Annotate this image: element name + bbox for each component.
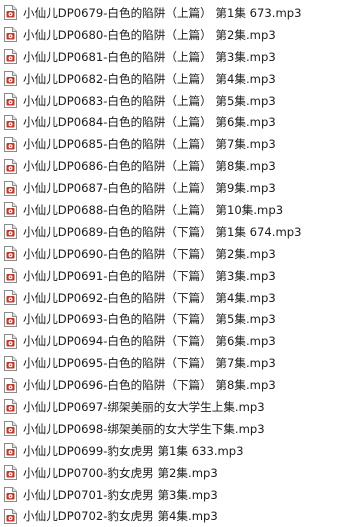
audio-file-icon <box>4 443 17 459</box>
audio-file-icon <box>4 311 17 327</box>
file-list-item[interactable]: 小仙儿DP0682-白色的陷阱（上篇） 第4集.mp3 <box>0 68 355 90</box>
file-name: 小仙儿DP0698-绑架美丽的女大学生下集.mp3 <box>23 421 265 436</box>
file-name: 小仙儿DP0682-白色的陷阱（上篇） 第4集.mp3 <box>23 71 276 86</box>
audio-file-icon <box>4 136 17 152</box>
audio-file-icon <box>4 246 17 262</box>
audio-file-icon <box>4 93 17 108</box>
file-name: 小仙儿DP0685-白色的陷阱（上篇） 第7集.mp3 <box>23 137 276 152</box>
file-list-item[interactable]: 小仙儿DP0696-白色的陷阱（下篇） 第8集.mp3 <box>0 374 355 396</box>
file-name: 小仙儿DP0690-白色的陷阱（下篇） 第2集.mp3 <box>23 246 276 261</box>
audio-file-icon <box>4 224 17 240</box>
audio-file-icon <box>4 202 17 218</box>
file-name: 小仙儿DP0697-绑架美丽的女大学生上集.mp3 <box>23 399 265 414</box>
audio-file-icon <box>4 49 17 65</box>
audio-file-icon <box>4 487 17 503</box>
file-name: 小仙儿DP0692-白色的陷阱（下篇） 第4集.mp3 <box>23 290 276 305</box>
file-name: 小仙儿DP0684-白色的陷阱（上篇） 第6集.mp3 <box>23 115 276 130</box>
file-list-item[interactable]: 小仙儿DP0695-白色的陷阱（下篇） 第7集.mp3 <box>0 352 355 374</box>
file-list: 小仙儿DP0679-白色的陷阱（上篇） 第1集 673.mp3 小仙儿DP068… <box>0 2 355 527</box>
file-list-item[interactable]: 小仙儿DP0699-豹女虎男 第1集 633.mp3 <box>0 440 355 462</box>
file-list-item[interactable]: 小仙儿DP0686-白色的陷阱（上篇） 第8集.mp3 <box>0 155 355 177</box>
file-list-item[interactable]: 小仙儿DP0691-白色的陷阱（下篇） 第3集.mp3 <box>0 265 355 287</box>
audio-file-icon <box>4 114 17 130</box>
file-name: 小仙儿DP0689-白色的陷阱（下篇） 第1集 674.mp3 <box>23 224 302 239</box>
file-list-item[interactable]: 小仙儿DP0684-白色的陷阱（上篇） 第6集.mp3 <box>0 111 355 133</box>
file-name: 小仙儿DP0694-白色的陷阱（下篇） 第6集.mp3 <box>23 334 276 349</box>
audio-file-icon <box>4 508 17 524</box>
file-name: 小仙儿DP0679-白色的陷阱（上篇） 第1集 673.mp3 <box>23 5 302 20</box>
file-list-item[interactable]: 小仙儿DP0693-白色的陷阱（下篇） 第5集.mp3 <box>0 308 355 330</box>
file-name: 小仙儿DP0693-白色的陷阱（下篇） 第5集.mp3 <box>23 312 276 327</box>
audio-file-icon <box>4 399 17 415</box>
file-list-item[interactable]: 小仙儿DP0679-白色的陷阱（上篇） 第1集 673.mp3 <box>0 2 355 24</box>
file-list-item[interactable]: 小仙儿DP0700-豹女虎男 第2集.mp3 <box>0 462 355 484</box>
audio-file-icon <box>4 377 17 393</box>
file-list-item[interactable]: 小仙儿DP0698-绑架美丽的女大学生下集.mp3 <box>0 418 355 440</box>
file-list-item[interactable]: 小仙儿DP0701-豹女虎男 第3集.mp3 <box>0 484 355 506</box>
file-list-item[interactable]: 小仙儿DP0683-白色的陷阱（上篇） 第5集.mp3 <box>0 90 355 112</box>
file-name: 小仙儿DP0688-白色的陷阱（上篇） 第10集.mp3 <box>23 202 284 217</box>
audio-file-icon <box>4 290 17 306</box>
file-name: 小仙儿DP0702-豹女虎男 第4集.mp3 <box>23 509 218 524</box>
file-list-item[interactable]: 小仙儿DP0680-白色的陷阱（上篇） 第2集.mp3 <box>0 24 355 46</box>
audio-file-icon <box>4 333 17 349</box>
file-list-item[interactable]: 小仙儿DP0681-白色的陷阱（上篇） 第3集.mp3 <box>0 46 355 68</box>
audio-file-icon <box>4 465 17 481</box>
audio-file-icon <box>4 71 17 87</box>
file-name: 小仙儿DP0699-豹女虎男 第1集 633.mp3 <box>23 443 244 458</box>
file-list-item[interactable]: 小仙儿DP0697-绑架美丽的女大学生上集.mp3 <box>0 396 355 418</box>
file-name: 小仙儿DP0701-豹女虎男 第3集.mp3 <box>23 487 218 502</box>
file-name: 小仙儿DP0700-豹女虎男 第2集.mp3 <box>23 465 218 480</box>
file-list-item[interactable]: 小仙儿DP0689-白色的陷阱（下篇） 第1集 674.mp3 <box>0 221 355 243</box>
file-name: 小仙儿DP0681-白色的陷阱（上篇） 第3集.mp3 <box>23 49 276 64</box>
file-list-item[interactable]: 小仙儿DP0694-白色的陷阱（下篇） 第6集.mp3 <box>0 330 355 352</box>
audio-file-icon <box>4 5 17 21</box>
file-list-item[interactable]: 小仙儿DP0702-豹女虎男 第4集.mp3 <box>0 505 355 527</box>
file-list-item[interactable]: 小仙儿DP0687-白色的陷阱（上篇） 第9集.mp3 <box>0 177 355 199</box>
audio-file-icon <box>4 180 17 196</box>
file-name: 小仙儿DP0691-白色的陷阱（下篇） 第3集.mp3 <box>23 268 276 283</box>
audio-file-icon <box>4 158 17 174</box>
audio-file-icon <box>4 27 17 43</box>
file-name: 小仙儿DP0687-白色的陷阱（上篇） 第9集.mp3 <box>23 181 276 196</box>
file-list-item[interactable]: 小仙儿DP0685-白色的陷阱（上篇） 第7集.mp3 <box>0 133 355 155</box>
file-name: 小仙儿DP0680-白色的陷阱（上篇） 第2集.mp3 <box>23 27 276 42</box>
file-name: 小仙儿DP0683-白色的陷阱（上篇） 第5集.mp3 <box>23 93 276 108</box>
file-list-item[interactable]: 小仙儿DP0688-白色的陷阱（上篇） 第10集.mp3 <box>0 199 355 221</box>
audio-file-icon <box>4 268 17 284</box>
audio-file-icon <box>4 421 17 437</box>
file-list-item[interactable]: 小仙儿DP0692-白色的陷阱（下篇） 第4集.mp3 <box>0 287 355 309</box>
file-name: 小仙儿DP0695-白色的陷阱（下篇） 第7集.mp3 <box>23 356 276 371</box>
file-name: 小仙儿DP0686-白色的陷阱（上篇） 第8集.mp3 <box>23 159 276 174</box>
file-name: 小仙儿DP0696-白色的陷阱（下篇） 第8集.mp3 <box>23 378 276 393</box>
file-list-item[interactable]: 小仙儿DP0690-白色的陷阱（下篇） 第2集.mp3 <box>0 243 355 265</box>
audio-file-icon <box>4 355 17 371</box>
